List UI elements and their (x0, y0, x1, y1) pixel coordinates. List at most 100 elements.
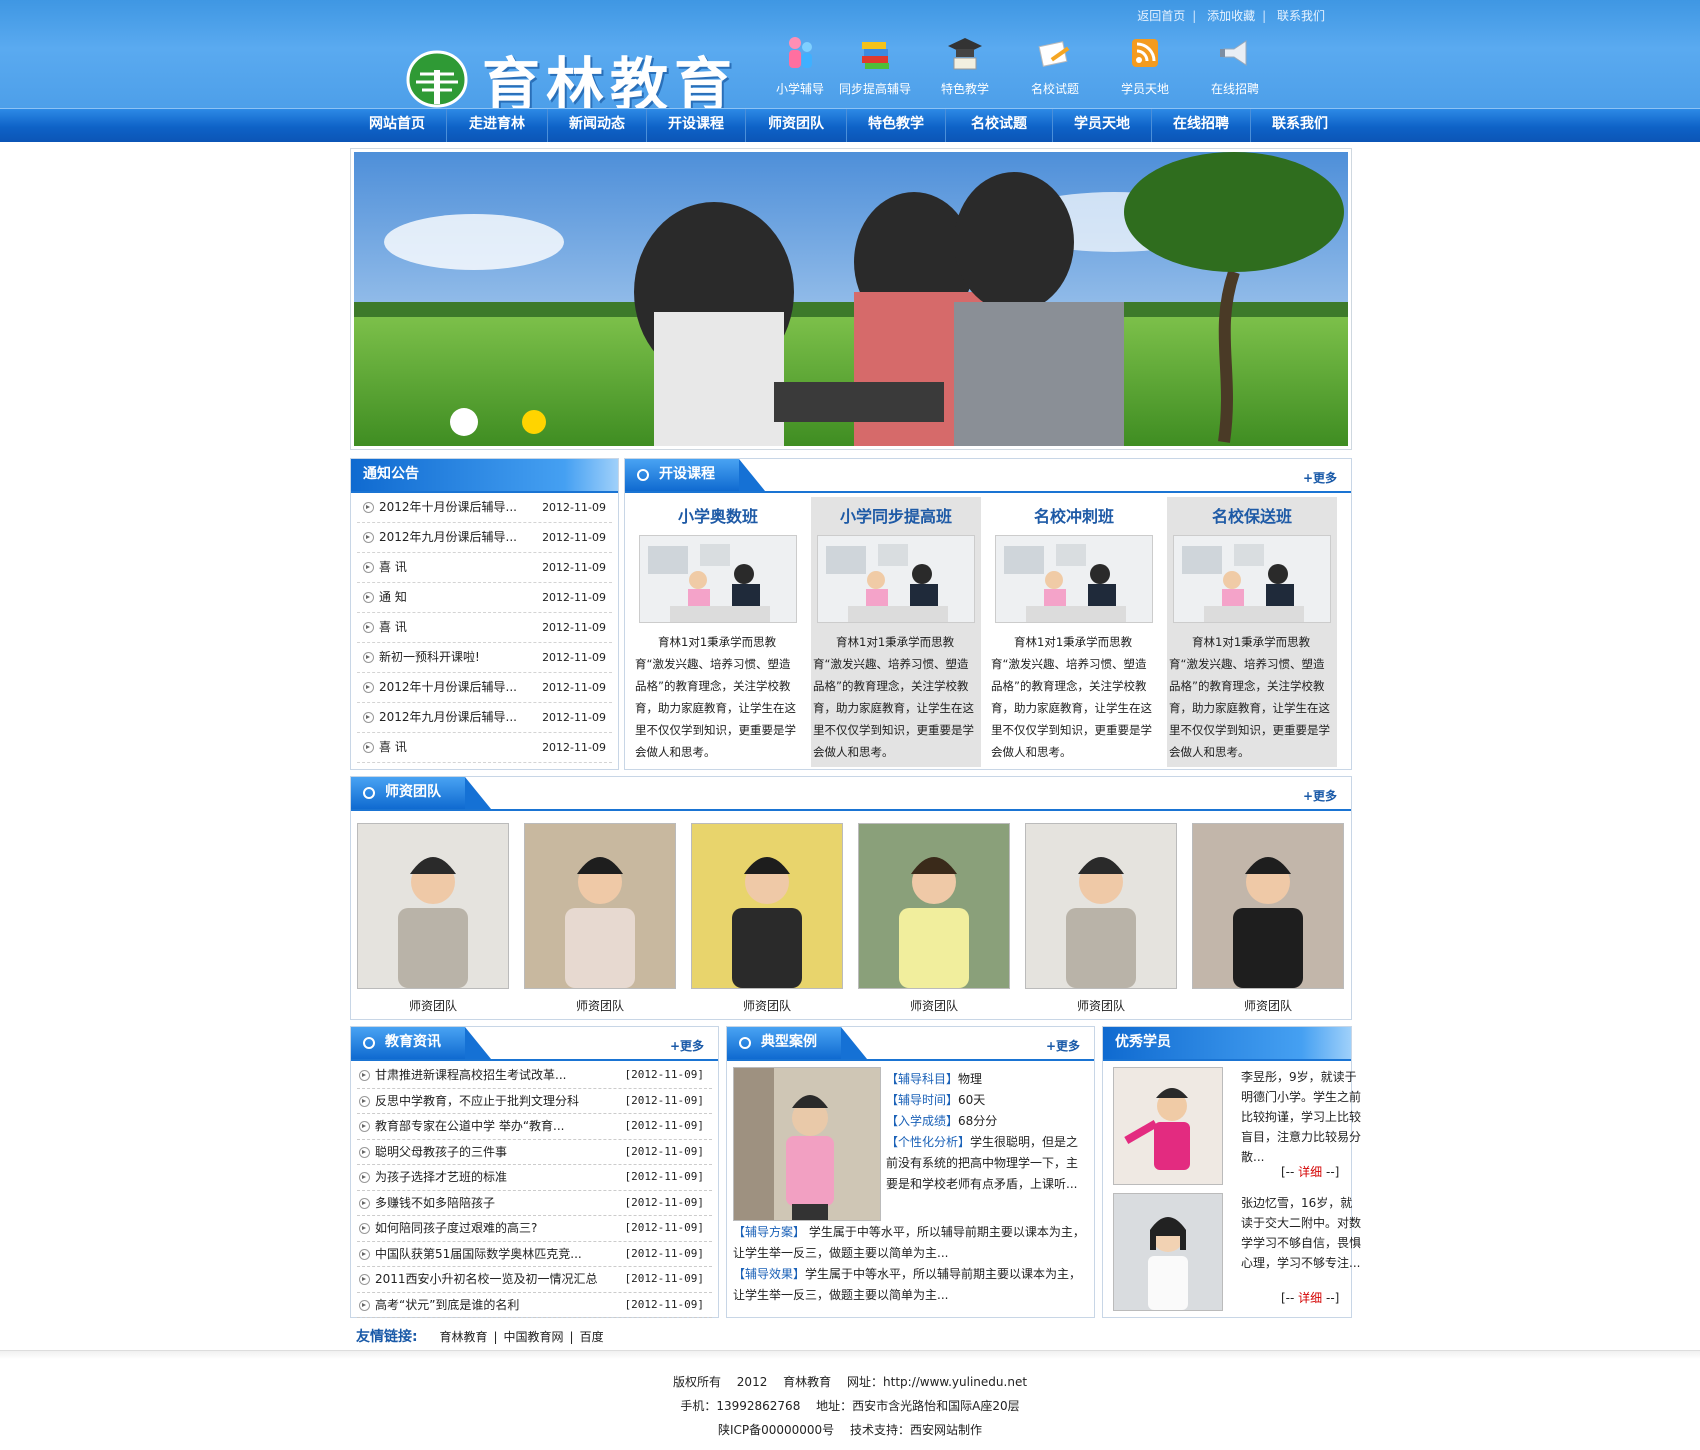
edu-news-panel: 教育资讯 +更多 甘肃推进新课程高校招生考试改革... [2012-11-09] 反… (350, 1026, 719, 1318)
teacher-card[interactable]: 师资团队 (858, 823, 1010, 1014)
teacher-card[interactable]: 师资团队 (1192, 823, 1344, 1014)
edu-news-more-link[interactable]: +更多 (670, 1037, 704, 1054)
edu-news-title: 2011西安小升初名校一览及初一情况汇总 (375, 1272, 598, 1286)
notice-item[interactable]: 新初一预科开课啦! 2012-11-09 (357, 643, 612, 673)
teacher-caption: 师资团队 (1076, 999, 1125, 1013)
nav-featured[interactable]: 特色教学 (847, 109, 946, 142)
teacher-card[interactable]: 师资团队 (1025, 823, 1177, 1014)
megaphone-icon (1216, 34, 1254, 72)
quicknav-label: 同步提高辅导 (838, 82, 911, 96)
nav-exams[interactable]: 名校试题 (946, 109, 1053, 142)
teacher-photo[interactable] (1192, 823, 1344, 989)
edu-news-date: [2012-11-09] (624, 1119, 704, 1132)
course-photo[interactable] (639, 535, 797, 623)
teacher-card[interactable]: 师资团队 (524, 823, 676, 1014)
link-contact[interactable]: 联系我们 (1270, 9, 1332, 23)
teacher-photo[interactable] (691, 823, 843, 989)
nav-about[interactable]: 走进育林 (447, 109, 548, 142)
notice-item[interactable]: 2012年九月份课后辅导... 2012-11-09 (357, 523, 612, 553)
hero-banner (350, 148, 1352, 450)
courses-more-link[interactable]: +更多 (1303, 469, 1337, 486)
notice-item-title: 2012年十月份课后辅导... (379, 680, 517, 694)
notice-item[interactable]: 2012年十月份课后辅导... 2012-11-09 (357, 493, 612, 523)
arrow-bullet-icon (363, 532, 374, 543)
quicknav-recruitment[interactable]: 在线招聘 (1190, 34, 1280, 97)
nav-contact[interactable]: 联系我们 (1251, 109, 1349, 142)
edu-news-item[interactable]: 高考“状元”到底是谁的名利 [2012-11-09] (357, 1293, 712, 1318)
teacher-photo[interactable] (524, 823, 676, 989)
pen-paper-icon (1036, 34, 1074, 72)
course-photo[interactable] (1173, 535, 1331, 623)
edu-news-item[interactable]: 中国队获第51届国际数学奥林匹克竞... [2012-11-09] (357, 1242, 712, 1267)
quicknav-sync-tutoring[interactable]: 同步提高辅导 (830, 34, 920, 97)
edu-news-item[interactable]: 如何陪同孩子度过艰难的高三? [2012-11-09] (357, 1216, 712, 1242)
footer-url: 网址：http://www.yulinedu.net (847, 1375, 1028, 1389)
quicknav-primary-tutoring[interactable]: 小学辅导 (770, 34, 830, 97)
teacher-photo[interactable] (357, 823, 509, 989)
student-detail-link[interactable]: 详细 (1298, 1165, 1322, 1179)
notice-item[interactable]: 喜 讯 2012-11-09 (357, 613, 612, 643)
arrow-bullet-icon (359, 1197, 370, 1209)
friend-link[interactable]: 中国教育网 (498, 1330, 570, 1344)
nav-courses[interactable]: 开设课程 (647, 109, 746, 142)
edu-news-item[interactable]: 2011西安小升初名校一览及初一情况汇总 [2012-11-09] (357, 1267, 712, 1293)
course-photo[interactable] (995, 535, 1153, 623)
edu-news-item[interactable]: 甘肃推进新课程高校招生考试改革... [2012-11-09] (357, 1063, 712, 1089)
teacher-card[interactable]: 师资团队 (357, 823, 509, 1014)
case-effect-label: 【辅导效果】 (733, 1267, 806, 1281)
notice-item[interactable]: 通 知 2012-11-09 (357, 583, 612, 613)
nav-recruitment[interactable]: 在线招聘 (1152, 109, 1251, 142)
edu-news-title: 甘肃推进新课程高校招生考试改革... (375, 1068, 567, 1082)
link-favorite[interactable]: 添加收藏 (1200, 9, 1262, 23)
case-plan-label: 【辅导方案】 (733, 1225, 806, 1239)
footer-divider (0, 1350, 1700, 1359)
course-title[interactable]: 小学奥数班 (633, 503, 803, 527)
footer-icp[interactable]: 陕ICP备00000000号 (712, 1423, 840, 1437)
arrow-bullet-icon (363, 652, 374, 663)
nav-students[interactable]: 学员天地 (1053, 109, 1152, 142)
student-photo[interactable] (1113, 1067, 1223, 1185)
student-photo[interactable] (1113, 1193, 1223, 1311)
notice-item-date: 2012-11-09 (542, 561, 606, 574)
nav-home[interactable]: 网站首页 (348, 109, 447, 142)
link-home[interactable]: 返回首页 (1130, 9, 1192, 23)
notice-item-date: 2012-11-09 (542, 591, 606, 604)
detail-bracket: --] (1322, 1291, 1340, 1305)
quicknav-label: 在线招聘 (1210, 82, 1259, 96)
teacher-photo[interactable] (858, 823, 1010, 989)
notice-item[interactable]: 喜 讯 2012-11-09 (357, 553, 612, 583)
arrow-bullet-icon (363, 742, 374, 753)
notice-item[interactable]: 2012年十月份课后辅导... 2012-11-09 (357, 673, 612, 703)
notice-item[interactable]: 喜 讯 2012-11-09 (357, 733, 612, 763)
footer: 版权所有 2012 育林教育 网址：http://www.yulinedu.ne… (0, 1370, 1700, 1442)
friend-link[interactable]: 育林教育 (433, 1330, 493, 1344)
quicknav-exam-papers[interactable]: 名校试题 (1010, 34, 1100, 97)
teacher-card[interactable]: 师资团队 (691, 823, 843, 1014)
edu-news-item[interactable]: 聪明父母教孩子的三件事 [2012-11-09] (357, 1140, 712, 1165)
notice-item[interactable]: 2012年九月份课后辅导... 2012-11-09 (357, 703, 612, 733)
arrow-bullet-icon (359, 1095, 370, 1107)
course-title[interactable]: 名校保送班 (1167, 503, 1337, 527)
edu-news-item[interactable]: 多赚钱不如多陪陪孩子 [2012-11-09] (357, 1191, 712, 1216)
teacher-caption: 师资团队 (1243, 999, 1292, 1013)
student-detail-link[interactable]: 详细 (1298, 1291, 1322, 1305)
edu-news-item[interactable]: 为孩子选择才艺班的标准 [2012-11-09] (357, 1165, 712, 1191)
teachers-more-link[interactable]: +更多 (1303, 787, 1337, 804)
friend-link[interactable]: 百度 (574, 1330, 610, 1344)
footer-tech-support[interactable]: 技术支持：西安网站制作 (844, 1423, 988, 1437)
teacher-photo[interactable] (1025, 823, 1177, 989)
edu-news-item[interactable]: 反思中学教育，不应止于批判文理分科 [2012-11-09] (357, 1089, 712, 1114)
course-photo[interactable] (817, 535, 975, 623)
cases-more-link[interactable]: +更多 (1046, 1037, 1080, 1054)
nav-news[interactable]: 新闻动态 (548, 109, 647, 142)
edu-news-date: [2012-11-09] (624, 1093, 704, 1107)
case-student-photo[interactable] (733, 1067, 881, 1221)
quicknav-featured-teaching[interactable]: 特色教学 (920, 34, 1010, 97)
nav-teachers[interactable]: 师资团队 (746, 109, 847, 142)
case-analysis-label: 【个性化分析】 (886, 1135, 971, 1149)
course-title[interactable]: 名校冲刺班 (989, 503, 1159, 527)
edu-news-item[interactable]: 教育部专家在公道中学 举办“教育... [2012-11-09] (357, 1114, 712, 1140)
course-title[interactable]: 小学同步提高班 (811, 503, 981, 527)
quicknav-label: 名校试题 (1030, 82, 1079, 96)
quicknav-student-area[interactable]: 学员天地 (1100, 34, 1190, 97)
